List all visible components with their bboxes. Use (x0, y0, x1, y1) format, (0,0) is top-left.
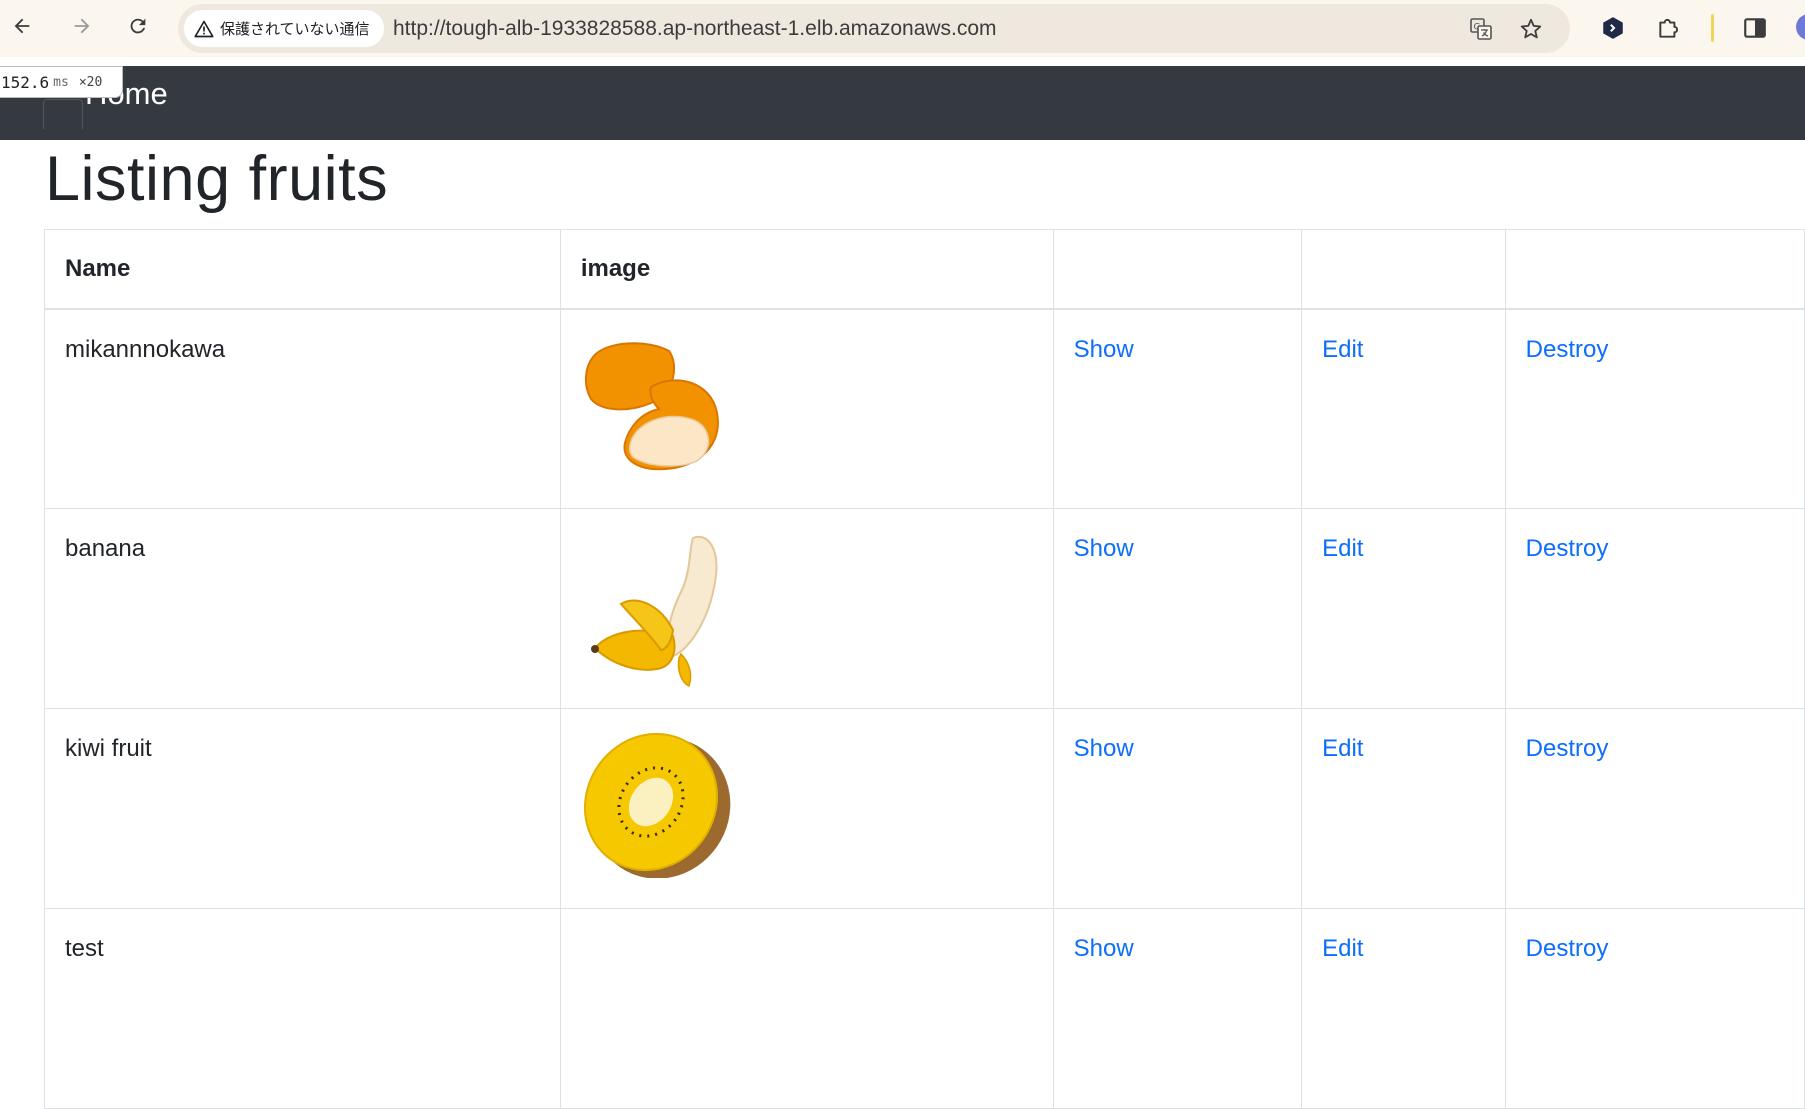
show-link[interactable]: Show (1074, 535, 1134, 562)
timing-value: 152.6 (1, 72, 50, 92)
edit-cell: Edit (1301, 908, 1506, 1109)
destroy-cell: Destroy (1504, 908, 1805, 1109)
browser-toolbar: 保護されていない通信 http://tough-alb-1933828588.a… (0, 0, 1805, 57)
page-title: Listing fruits (45, 144, 389, 214)
show-cell: Show (1052, 308, 1303, 509)
destroy-link[interactable]: Destroy (1526, 935, 1609, 962)
url-text[interactable]: http://tough-alb-1933828588.ap-northeast… (393, 17, 997, 41)
edit-link[interactable]: Edit (1322, 535, 1363, 562)
fruit-name: mikannnokawa (44, 308, 561, 509)
extension-button-1[interactable] (1599, 14, 1627, 42)
hexagon-extension-icon (1603, 17, 1623, 39)
app-navbar: Home (0, 66, 1805, 140)
back-button[interactable] (6, 10, 38, 42)
address-bar[interactable]: 保護されていない通信 http://tough-alb-1933828588.a… (178, 4, 1570, 53)
show-cell: Show (1052, 908, 1303, 1109)
show-cell: Show (1052, 508, 1303, 709)
table-row: kiwi fruit Show Edit Destroy (44, 708, 1805, 909)
show-link[interactable]: Show (1074, 935, 1134, 962)
show-cell: Show (1052, 708, 1303, 909)
profile-avatar[interactable] (1796, 14, 1805, 40)
destroy-cell: Destroy (1504, 308, 1805, 509)
fruits-table: Name image mikannnokawa Show Edit Destro… (44, 229, 1805, 1109)
show-link[interactable]: Show (1074, 735, 1134, 762)
fruit-image-cell (559, 908, 1054, 1109)
side-panel-icon (1744, 18, 1766, 38)
timing-overlay: 152.6 ms ×20 (0, 66, 123, 98)
orange-peel-icon (584, 341, 719, 470)
back-arrow-icon (14, 18, 30, 34)
destroy-cell: Destroy (1504, 708, 1805, 909)
fruit-name: test (44, 908, 561, 1109)
forward-arrow-icon (74, 18, 90, 34)
star-icon (1520, 18, 1542, 39)
golden-kiwi-icon (583, 732, 731, 878)
destroy-link[interactable]: Destroy (1526, 336, 1609, 363)
destroy-cell: Destroy (1504, 508, 1805, 709)
puzzle-icon (1659, 18, 1679, 38)
header-edit (1301, 229, 1506, 310)
timing-multiplier: ×20 (78, 74, 103, 90)
side-panel-button[interactable] (1741, 14, 1769, 42)
security-label: 保護されていない通信 (220, 21, 370, 38)
warning-icon (194, 20, 214, 37)
extensions-menu-button[interactable] (1655, 14, 1683, 42)
fruit-image-cell (559, 508, 1054, 709)
fruit-image-cell (559, 708, 1054, 909)
destroy-link[interactable]: Destroy (1526, 735, 1609, 762)
translate-button[interactable]: G (1468, 16, 1494, 42)
reload-button[interactable] (122, 10, 154, 42)
table-row: banana Show Edit Destroy (44, 508, 1805, 709)
header-name: Name (44, 229, 561, 310)
translate-icon: G (1470, 18, 1492, 40)
edit-cell: Edit (1301, 508, 1506, 709)
fruit-image-cell (559, 308, 1054, 509)
toolbar-separator (1711, 14, 1714, 42)
bookmark-button[interactable] (1518, 16, 1544, 42)
edit-cell: Edit (1301, 308, 1506, 509)
table-header-row: Name image (44, 229, 1805, 310)
forward-button[interactable] (66, 10, 98, 42)
header-show (1052, 229, 1303, 310)
header-image: image (559, 229, 1054, 310)
header-destroy (1504, 229, 1805, 310)
edit-link[interactable]: Edit (1322, 935, 1363, 962)
edit-cell: Edit (1301, 708, 1506, 909)
table-row: test Show Edit Destroy (44, 908, 1805, 1109)
show-link[interactable]: Show (1074, 336, 1134, 363)
fruit-name: kiwi fruit (44, 708, 561, 909)
timing-unit: ms (53, 74, 69, 90)
edit-link[interactable]: Edit (1322, 336, 1363, 363)
edit-link[interactable]: Edit (1322, 735, 1363, 762)
table-row: mikannnokawa Show Edit Destroy (44, 308, 1805, 509)
security-chip[interactable]: 保護されていない通信 (184, 10, 384, 47)
fruit-name: banana (44, 508, 561, 709)
reload-icon (130, 18, 146, 34)
destroy-link[interactable]: Destroy (1526, 535, 1609, 562)
banana-icon (590, 535, 718, 688)
